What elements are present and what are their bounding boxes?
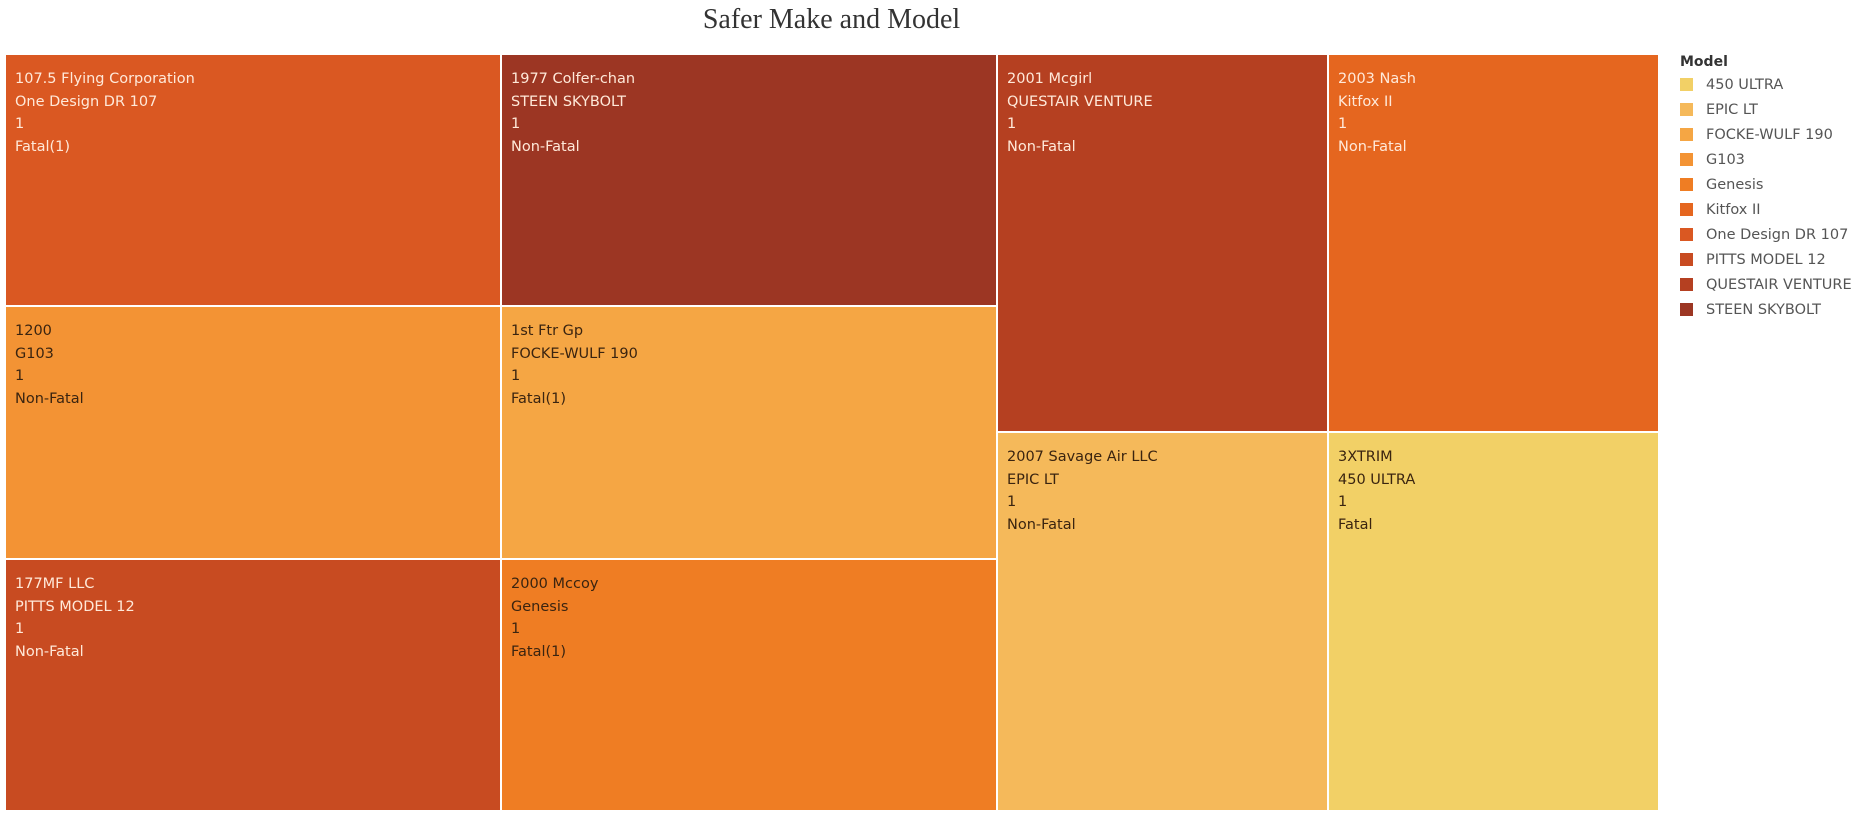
treemap-tile[interactable]: 3XTRIM 450 ULTRA 1 Fatal (1328, 432, 1659, 811)
tile-count-label: 1 (15, 368, 25, 385)
treemap-tile[interactable]: 177MF LLC PITTS MODEL 12 1 Non-Fatal (5, 559, 501, 811)
legend-label: FOCKE-WULF 190 (1706, 126, 1833, 143)
legend-item[interactable]: G103 (1680, 147, 1850, 172)
tile-make-label: 107.5 Flying Corporation (15, 71, 195, 87)
tile-make-label: 2001 Mcgirl (1007, 71, 1093, 87)
legend-label: PITTS MODEL 12 (1706, 251, 1826, 268)
legend-swatch (1680, 153, 1693, 166)
legend-swatch (1680, 278, 1693, 291)
tile-severity-label: Non-Fatal (15, 643, 84, 660)
tile-model-label: STEEN SKYBOLT (511, 93, 626, 110)
legend-title: Model (1680, 54, 1728, 70)
legend-item[interactable]: EPIC LT (1680, 97, 1850, 122)
legend-swatch (1680, 203, 1693, 216)
tile-make-label: 1200 (15, 323, 52, 339)
legend-item[interactable]: QUESTAIR VENTURE (1680, 272, 1852, 297)
tile-model-label: PITTS MODEL 12 (15, 598, 135, 615)
tile-make-label: 2003 Nash (1338, 71, 1416, 87)
tile-make-label: 177MF LLC (15, 576, 95, 592)
treemap-tile[interactable]: 1st Ftr Gp FOCKE-WULF 190 1 Fatal(1) (501, 306, 997, 559)
tile-severity-label: Non-Fatal (1338, 138, 1407, 155)
legend: Model 450 ULTRA EPIC LT FOCKE-WULF 190 G103… (1680, 54, 1852, 322)
legend-swatch (1680, 303, 1693, 316)
chart-title: Safer Make and Model (702, 4, 961, 35)
tile-severity-label: Non-Fatal (1007, 138, 1076, 155)
legend-label: 450 ULTRA (1706, 76, 1784, 93)
legend-item[interactable]: Kitfox II (1680, 197, 1850, 222)
tile-make-label: 2007 Savage Air LLC (1007, 449, 1158, 465)
tile-severity-label: Non-Fatal (1007, 516, 1076, 533)
legend-item[interactable]: FOCKE-WULF 190 (1680, 122, 1850, 147)
tile-severity-label: Non-Fatal (511, 138, 580, 155)
tile-count-label: 1 (511, 368, 521, 385)
legend-label: EPIC LT (1706, 101, 1758, 118)
tile-count-label: 1 (511, 621, 521, 638)
tile-count-label: 1 (1007, 116, 1017, 133)
legend-swatch (1680, 178, 1693, 191)
legend-items: 450 ULTRA EPIC LT FOCKE-WULF 190 G103 Genesi… (1680, 72, 1852, 322)
legend-swatch (1680, 228, 1693, 241)
treemap-tile[interactable]: 2000 Mccoy Genesis 1 Fatal(1) (501, 559, 997, 811)
legend-item[interactable]: 450 ULTRA (1680, 72, 1850, 97)
tile-count-label: 1 (511, 116, 521, 133)
tile-model-label: EPIC LT (1007, 471, 1059, 488)
tile-model-label: FOCKE-WULF 190 (511, 345, 638, 362)
tile-model-label: QUESTAIR VENTURE (1007, 93, 1153, 110)
tile-model-label: Genesis (511, 598, 569, 615)
legend-label: One Design DR 107 (1706, 226, 1849, 243)
legend-swatch (1680, 128, 1693, 141)
legend-label: QUESTAIR VENTURE (1706, 276, 1852, 293)
tile-count-label: 1 (1338, 494, 1348, 511)
tile-model-label: One Design DR 107 (15, 93, 158, 110)
tile-count-label: 1 (15, 116, 25, 133)
tile-make-label: 1st Ftr Gp (511, 323, 584, 339)
tile-severity-label: Fatal(1) (511, 643, 567, 660)
legend-item[interactable]: Genesis (1680, 172, 1850, 197)
legend-swatch (1680, 78, 1693, 91)
tile-count-label: 1 (15, 621, 25, 638)
tile-make-label: 3XTRIM (1338, 449, 1393, 465)
treemap: 107.5 Flying Corporation One Design DR 10… (5, 54, 1660, 811)
legend-label: Genesis (1706, 176, 1764, 193)
tile-count-label: 1 (1338, 116, 1348, 133)
legend-item[interactable]: One Design DR 107 (1680, 222, 1850, 247)
tile-severity-label: Non-Fatal (15, 390, 84, 407)
treemap-tile[interactable]: 2003 Nash Kitfox II 1 Non-Fatal (1328, 54, 1659, 432)
tile-severity-label: Fatal(1) (511, 390, 567, 407)
treemap-tile[interactable]: 2001 Mcgirl QUESTAIR VENTURE 1 Non-Fatal (997, 54, 1328, 432)
legend-swatch (1680, 103, 1693, 116)
treemap-tile[interactable]: 1977 Colfer-chan STEEN SKYBOLT 1 Non-Fatal (501, 54, 997, 306)
tile-model-label: 450 ULTRA (1338, 471, 1416, 488)
tile-count-label: 1 (1007, 494, 1017, 511)
legend-item[interactable]: PITTS MODEL 12 (1680, 247, 1850, 272)
legend-label: STEEN SKYBOLT (1706, 301, 1821, 318)
legend-item[interactable]: STEEN SKYBOLT (1680, 297, 1850, 322)
legend-swatch (1680, 253, 1693, 266)
legend-label: G103 (1706, 151, 1745, 168)
tile-severity-label: Fatal(1) (15, 138, 71, 155)
treemap-tile[interactable]: 1200 G103 1 Non-Fatal (5, 306, 501, 559)
tile-make-label: 2000 Mccoy (511, 576, 599, 592)
tile-model-label: G103 (15, 345, 54, 362)
legend-label: Kitfox II (1706, 201, 1761, 218)
treemap-tile[interactable]: 107.5 Flying Corporation One Design DR 10… (5, 54, 501, 306)
tile-severity-label: Fatal (1338, 516, 1373, 533)
tile-make-label: 1977 Colfer-chan (511, 71, 636, 87)
treemap-tile[interactable]: 2007 Savage Air LLC EPIC LT 1 Non-Fatal (997, 432, 1328, 811)
tile-model-label: Kitfox II (1338, 93, 1393, 110)
